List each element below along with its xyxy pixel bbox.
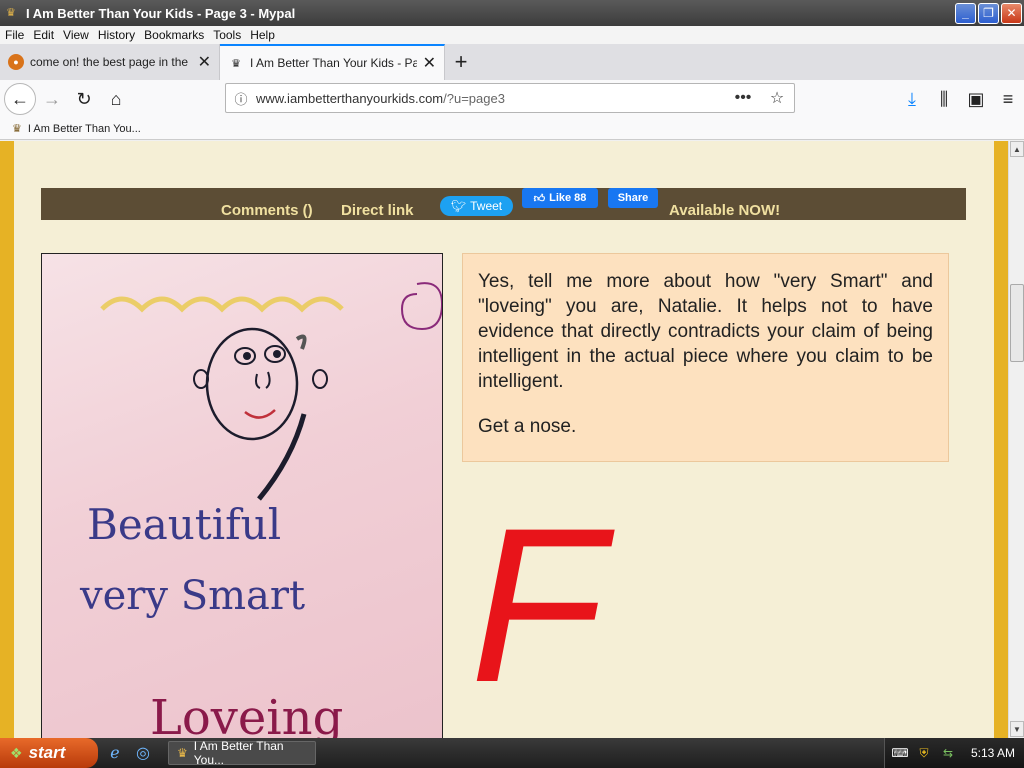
site-favicon-icon: ● — [8, 54, 24, 70]
network-icon[interactable]: ⇆ — [939, 746, 957, 760]
hamburger-menu-icon[interactable]: ≡ — [992, 83, 1024, 115]
start-label: start — [28, 743, 66, 762]
share-bar: Comments () Direct link 🐦︎ Tweet 👍︎ Like 8… — [41, 188, 966, 220]
internet-explorer-icon[interactable]: ℯ — [104, 742, 126, 764]
minimize-button[interactable]: _ — [955, 2, 976, 24]
menu-edit[interactable]: Edit — [33, 28, 54, 42]
drawing-text-very-smart: very Smart — [79, 573, 305, 619]
comment-box: Yes, tell me more about how "very Smart"… — [462, 253, 949, 462]
close-window-button[interactable]: ✕ — [1001, 2, 1022, 24]
taskbar-window-label: I Am Better Than You... — [193, 739, 284, 767]
page-viewport: Comments () Direct link 🐦︎ Tweet 👍︎ Like 8… — [0, 141, 1008, 738]
downloads-icon[interactable]: ⤓ — [896, 83, 928, 115]
crown-favicon-icon: ♛ — [12, 123, 22, 135]
twitter-bird-icon: 🐦︎ — [450, 199, 467, 213]
bookmarks-toolbar: ♛ I Am Better Than You... — [0, 118, 1024, 140]
red-f-grade: F — [470, 496, 615, 696]
menu-history[interactable]: History — [98, 28, 135, 42]
direct-link[interactable]: Direct link — [341, 202, 414, 219]
menu-bar: File Edit View History Bookmarks Tools H… — [0, 26, 1024, 44]
available-now-link[interactable]: Available NOW! — [669, 202, 780, 219]
tab-bar: ● come on! the best page in the uni ✕ ♛ … — [0, 44, 1024, 80]
menu-file[interactable]: File — [5, 28, 24, 42]
facebook-like-button[interactable]: 👍︎ Like 88 — [522, 188, 598, 208]
taskbar: ❖ start ℯ ◎ ♛ I Am Better Than You... ⌨ ⛨… — [0, 738, 1024, 768]
tweet-label: Tweet — [470, 199, 503, 213]
keyboard-icon[interactable]: ⌨ — [891, 746, 909, 760]
like-label: Like 88 — [549, 192, 587, 204]
new-tab-button[interactable]: + — [445, 44, 477, 80]
quicklaunch-browser-icon[interactable]: ◎ — [132, 742, 154, 764]
comment-paragraph-1: Yes, tell me more about how "very Smart"… — [478, 271, 933, 392]
thumbs-up-icon: 👍︎ — [533, 192, 546, 205]
home-button[interactable]: ⌂ — [100, 83, 132, 115]
mypal-app-icon: ♛ — [6, 7, 16, 19]
toolbar-right: ⤓ ⫼ ▣ ≡ — [896, 83, 1024, 115]
clock: 5:13 AM — [971, 746, 1016, 760]
drawing-illustration: Beautiful very Smart Loveing — [79, 282, 442, 738]
scroll-up-icon[interactable]: ▲ — [1010, 141, 1024, 157]
bookmark-star-icon[interactable]: ☆ — [760, 88, 794, 108]
page-actions-icon[interactable]: ••• — [726, 89, 760, 107]
sidebar-icon[interactable]: ▣ — [960, 83, 992, 115]
menu-view[interactable]: View — [63, 28, 89, 42]
vertical-scrollbar[interactable]: ▲ ▼ — [1008, 141, 1024, 738]
bookmark-item[interactable]: ♛ I Am Better Than You... — [12, 122, 141, 136]
title-bar: ♛ I Am Better Than Your Kids - Page 3 - … — [0, 0, 1024, 26]
crown-favicon-icon: ♛ — [231, 57, 241, 70]
url-path: /?u=page3 — [443, 90, 505, 106]
menu-bookmarks[interactable]: Bookmarks — [144, 28, 204, 42]
menu-help[interactable]: Help — [250, 28, 275, 42]
url-host: www.iambetterthanyourkids.com — [256, 90, 444, 106]
start-button[interactable]: ❖ start — [0, 738, 98, 768]
page-content: Comments () Direct link 🐦︎ Tweet 👍︎ Like 8… — [14, 141, 994, 738]
comment-paragraph-2: Get a nose. — [478, 416, 577, 437]
drawing-text-loveing: Loveing — [150, 690, 343, 738]
security-shield-icon[interactable]: ⛨ — [915, 746, 933, 761]
tweet-button[interactable]: 🐦︎ Tweet — [440, 196, 513, 216]
child-drawing-photo: Beautiful very Smart Loveing — [41, 253, 443, 738]
tab-label: come on! the best page in the uni — [30, 55, 192, 69]
facebook-share-button[interactable]: Share — [608, 188, 658, 208]
crown-favicon-icon: ♛ — [177, 746, 188, 760]
forward-button[interactable]: → — [36, 83, 68, 115]
comments-link[interactable]: Comments () — [221, 202, 313, 219]
bookmark-label: I Am Better Than You... — [27, 122, 141, 135]
window-title: I Am Better Than Your Kids - Page 3 - My… — [26, 5, 296, 21]
back-button[interactable]: ← — [4, 83, 36, 115]
tab-label: I Am Better Than Your Kids - Page — [250, 56, 417, 70]
navigation-bar: ← → ↻ ⌂ ⓘ www.iambetterthanyourkids.com/… — [0, 80, 1024, 118]
library-icon[interactable]: ⫼ — [928, 83, 960, 115]
close-tab-icon[interactable]: ✕ — [423, 53, 436, 73]
tab-come-on[interactable]: ● come on! the best page in the uni ✕ — [0, 44, 220, 80]
tab-i-am-better[interactable]: ♛ I Am Better Than Your Kids - Page ✕ — [220, 44, 445, 80]
url-bar[interactable]: ⓘ www.iambetterthanyourkids.com/?u=page3… — [225, 83, 795, 113]
taskbar-window-item[interactable]: ♛ I Am Better Than You... — [168, 739, 316, 767]
site-info-icon[interactable]: ⓘ — [226, 89, 256, 108]
menu-tools[interactable]: Tools — [213, 28, 241, 42]
maximize-button[interactable]: ❐ — [978, 2, 999, 24]
scroll-thumb[interactable] — [1010, 284, 1024, 362]
reload-button[interactable]: ↻ — [68, 83, 100, 115]
close-tab-icon[interactable]: ✕ — [198, 52, 211, 72]
windows-flag-icon: ❖ — [10, 744, 23, 761]
grade-letter: F — [470, 496, 615, 696]
scroll-down-icon[interactable]: ▼ — [1010, 721, 1024, 737]
system-tray: ⌨ ⛨ ⇆ 5:13 AM — [884, 738, 1024, 768]
drawing-text-beautiful: Beautiful — [87, 500, 281, 549]
url-text[interactable]: www.iambetterthanyourkids.com/?u=page3 — [256, 91, 726, 106]
